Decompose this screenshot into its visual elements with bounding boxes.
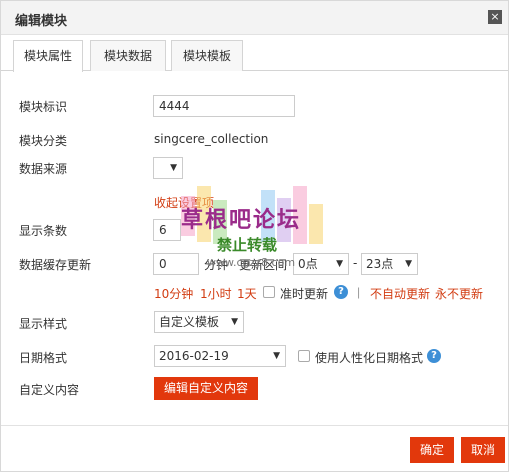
date-format-selected: 2016-02-19 [159,349,229,363]
range-start-select[interactable]: 0点 ▼ [293,253,349,275]
help-icon[interactable]: ? [334,285,348,299]
update-range-label: 更新区间 [239,258,288,272]
range-end-select[interactable]: 23点 ▼ [361,253,418,275]
display-style-selected: 自定义模板 [159,315,220,329]
confirm-button[interactable]: 确定 [410,437,454,463]
dialog-title: 编辑模块 [15,14,68,29]
dialog-titlebar: 编辑模块 × [1,1,508,35]
edit-module-dialog: 编辑模块 × 模块属性 模块数据 模块模板 模块标识 4444 模块分类 sin… [0,0,509,472]
tab-module-attributes[interactable]: 模块属性 [13,40,83,72]
cache-minutes-input[interactable]: 0 [153,253,199,275]
collapse-settings-link[interactable]: 收起设置项 [154,194,214,211]
chevron-down-icon: ▼ [336,259,343,269]
display-style-label: 显示样式 [19,317,68,331]
display-count-input[interactable]: 6 [153,219,181,241]
on-time-update-label: 准时更新 [280,287,329,301]
display-style-select[interactable]: 自定义模板 ▼ [154,311,244,333]
close-icon[interactable]: × [488,10,502,24]
range-dash: - [353,256,358,270]
footer-divider [1,425,508,426]
chevron-down-icon: ▼ [273,351,280,361]
range-end-selected: 23点 [366,257,394,271]
data-source-select[interactable]: ▼ [153,157,183,179]
module-id-label: 模块标识 [19,100,68,114]
cache-update-label: 数据缓存更新 [19,258,92,272]
never-update-link[interactable]: 永不更新 [435,285,483,302]
humanize-date-checkbox[interactable] [298,350,310,362]
chevron-down-icon: ▼ [405,259,412,269]
tab-bar: 模块属性 模块数据 模块模板 [1,35,508,72]
no-auto-update-link[interactable]: 不自动更新 [370,285,430,302]
chevron-down-icon: ▼ [170,163,177,173]
quick-option-1hour[interactable]: 1小时 [200,285,232,302]
date-format-label: 日期格式 [19,351,68,365]
display-count-label: 显示条数 [19,224,68,238]
module-id-input[interactable]: 4444 [153,95,295,117]
tab-module-template[interactable]: 模块模板 [171,40,243,71]
help-icon[interactable]: ? [427,349,441,363]
humanize-date-label: 使用人性化日期格式 [315,351,424,365]
module-category-label: 模块分类 [19,134,68,148]
edit-custom-content-button[interactable]: 编辑自定义内容 [154,377,258,400]
separator: | [357,285,361,299]
date-format-select[interactable]: 2016-02-19 ▼ [154,345,286,367]
quick-option-10min[interactable]: 10分钟 [154,285,193,302]
tab-module-data[interactable]: 模块数据 [90,40,166,71]
chevron-down-icon: ▼ [231,317,238,327]
quick-option-1day[interactable]: 1天 [237,285,257,302]
cancel-button[interactable]: 取消 [461,437,505,463]
module-category-value: singcere_collection [154,132,269,146]
custom-content-label: 自定义内容 [19,383,80,397]
on-time-update-checkbox[interactable] [263,286,275,298]
range-start-selected: 0点 [298,257,318,271]
watermark-sub-text: 禁止转载 [217,236,278,254]
data-source-label: 数据来源 [19,162,68,176]
minutes-unit: 分钟 [204,258,229,272]
